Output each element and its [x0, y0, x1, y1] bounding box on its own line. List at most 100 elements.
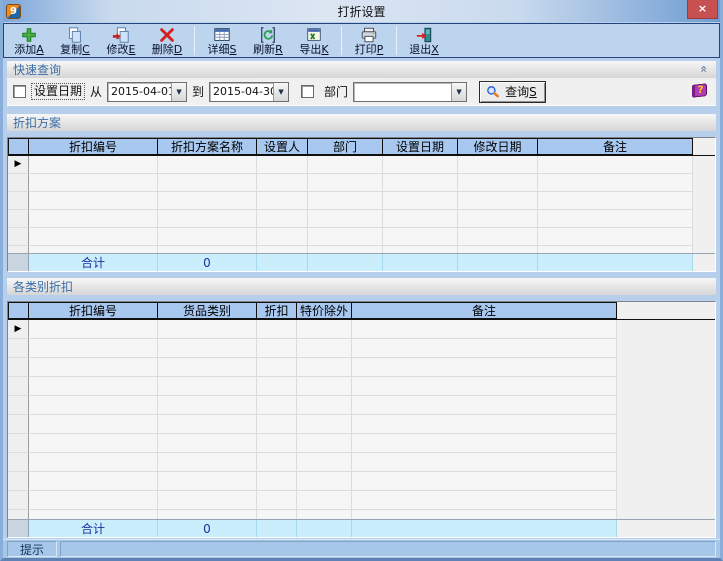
chevron-down-icon[interactable]: ▼ [171, 83, 186, 101]
refresh-button[interactable]: 刷新R [245, 24, 291, 57]
row-indicator: ▶ [8, 434, 29, 453]
table-row[interactable]: ▶ [8, 415, 715, 434]
table-row[interactable]: ▶ [8, 491, 715, 510]
chevron-down-icon[interactable]: ▼ [451, 83, 466, 101]
details-button[interactable]: 详细S [199, 24, 245, 57]
table-filler [8, 510, 715, 519]
total-label: 合计 [29, 520, 158, 537]
dept-filter-label: 部门 [324, 83, 348, 100]
column-header[interactable]: 部门 [308, 138, 383, 155]
row-indicator: ▶ [8, 192, 29, 210]
from-date-value: 2015-04-01 [108, 85, 171, 98]
titlebar: 9 打折设置 × [3, 0, 720, 22]
row-indicator: ▶ [8, 415, 29, 434]
row-indicator: ▶ [8, 174, 29, 192]
table-row[interactable]: ▶ [8, 434, 715, 453]
dept-combo[interactable]: ▼ [353, 82, 467, 102]
row-indicator: ▶ [8, 339, 29, 358]
column-header[interactable]: 备注 [538, 138, 693, 155]
table-row[interactable]: ▶ [8, 453, 715, 472]
modify-button-label: 修改E [107, 44, 136, 56]
table-row[interactable]: ▶ [8, 156, 715, 174]
table-row[interactable]: ▶ [8, 174, 715, 192]
total-count: 0 [158, 520, 257, 537]
to-date-combo[interactable]: 2015-04-30 ▼ [209, 82, 289, 102]
refresh-icon [259, 26, 277, 44]
from-date-combo[interactable]: 2015-04-01 ▼ [107, 82, 187, 102]
add-icon [20, 26, 38, 44]
discount-settings-window: 9 打折设置 × 添加A 复制C 修改E 删除D 详细S 刷新R [0, 0, 723, 561]
close-button[interactable]: × [687, 0, 718, 19]
delete-button[interactable]: 删除D [144, 24, 190, 57]
column-header[interactable]: 折扣编号 [29, 302, 158, 319]
status-bar: 提示 [3, 539, 720, 558]
exit-icon [415, 26, 433, 44]
category-section-bar: 各类别折扣 [7, 278, 716, 295]
table-row[interactable]: ▶ [8, 358, 715, 377]
indicator-column-header [8, 138, 29, 155]
delete-icon [158, 26, 176, 44]
column-header[interactable]: 设置人 [257, 138, 308, 155]
table-row[interactable]: ▶ [8, 377, 715, 396]
to-date-value: 2015-04-30 [210, 85, 273, 98]
query-button[interactable]: 查询S [479, 81, 546, 103]
table-filler [8, 246, 715, 253]
total-label: 合计 [29, 254, 158, 271]
toolbar: 添加A 复制C 修改E 删除D 详细S 刷新R 导出K 打 [3, 23, 720, 58]
to-label: 到 [192, 83, 204, 100]
modify-button[interactable]: 修改E [98, 24, 144, 57]
print-icon [360, 26, 378, 44]
column-header[interactable]: 设置日期 [383, 138, 458, 155]
table-row[interactable]: ▶ [8, 210, 715, 228]
delete-button-label: 删除D [152, 44, 182, 56]
current-row-marker: ▶ [15, 160, 22, 169]
toolbar-separator [194, 26, 195, 55]
table-row[interactable]: ▶ [8, 320, 715, 339]
copy-button-label: 复制C [60, 44, 90, 56]
table-row[interactable]: ▶ [8, 339, 715, 358]
status-message-panel [60, 541, 716, 557]
table-row[interactable]: ▶ [8, 396, 715, 415]
category-table-header: 折扣编号 货品类别 折扣 特价除外 备注 [8, 302, 715, 320]
column-header[interactable]: 修改日期 [458, 138, 538, 155]
help-book-icon[interactable]: ? [692, 83, 710, 99]
column-header[interactable]: 特价除外 [297, 302, 352, 319]
discount-plan-table: 折扣编号 折扣方案名称 设置人 部门 设置日期 修改日期 备注 ▶ ▶ ▶ [7, 137, 716, 272]
chevron-down-icon[interactable]: ▼ [273, 83, 288, 101]
row-indicator: ▶ [8, 210, 29, 228]
exit-button[interactable]: 退出X [401, 24, 447, 57]
date-filter-label[interactable]: 设置日期 [31, 83, 85, 100]
print-button[interactable]: 打印P [346, 24, 392, 57]
details-button-label: 详细S [208, 44, 237, 56]
export-button[interactable]: 导出K [291, 24, 337, 57]
collapse-chevron-icon[interactable]: « [698, 65, 710, 73]
from-label: 从 [90, 83, 102, 100]
plan-total-row: 合计 0 [8, 253, 715, 271]
toolbar-separator [396, 26, 397, 55]
column-header[interactable]: 折扣编号 [29, 138, 158, 155]
table-row[interactable]: ▶ [8, 228, 715, 246]
date-filter-checkbox[interactable] [13, 85, 26, 98]
row-indicator: ▶ [8, 377, 29, 396]
column-header[interactable]: 备注 [352, 302, 617, 319]
category-total-row: 合计 0 [8, 519, 715, 537]
add-button[interactable]: 添加A [6, 24, 52, 57]
copy-button[interactable]: 复制C [52, 24, 98, 57]
current-row-marker: ▶ [15, 325, 22, 334]
toolbar-separator [341, 26, 342, 55]
indicator-column-header [8, 302, 29, 319]
export-icon [305, 26, 323, 44]
column-header[interactable]: 折扣方案名称 [158, 138, 257, 155]
quick-query-title: 快速查询 [13, 61, 61, 78]
plan-section-bar: 折扣方案 [7, 114, 716, 131]
table-row[interactable]: ▶ [8, 472, 715, 491]
table-row[interactable]: ▶ [8, 192, 715, 210]
dept-filter-checkbox[interactable] [301, 85, 314, 98]
column-header[interactable]: 折扣 [257, 302, 297, 319]
row-indicator: ▶ [8, 358, 29, 377]
print-button-label: 打印P [355, 44, 384, 56]
column-header[interactable]: 货品类别 [158, 302, 257, 319]
add-button-label: 添加A [14, 44, 44, 56]
total-count: 0 [158, 254, 257, 271]
modify-icon [112, 26, 130, 44]
